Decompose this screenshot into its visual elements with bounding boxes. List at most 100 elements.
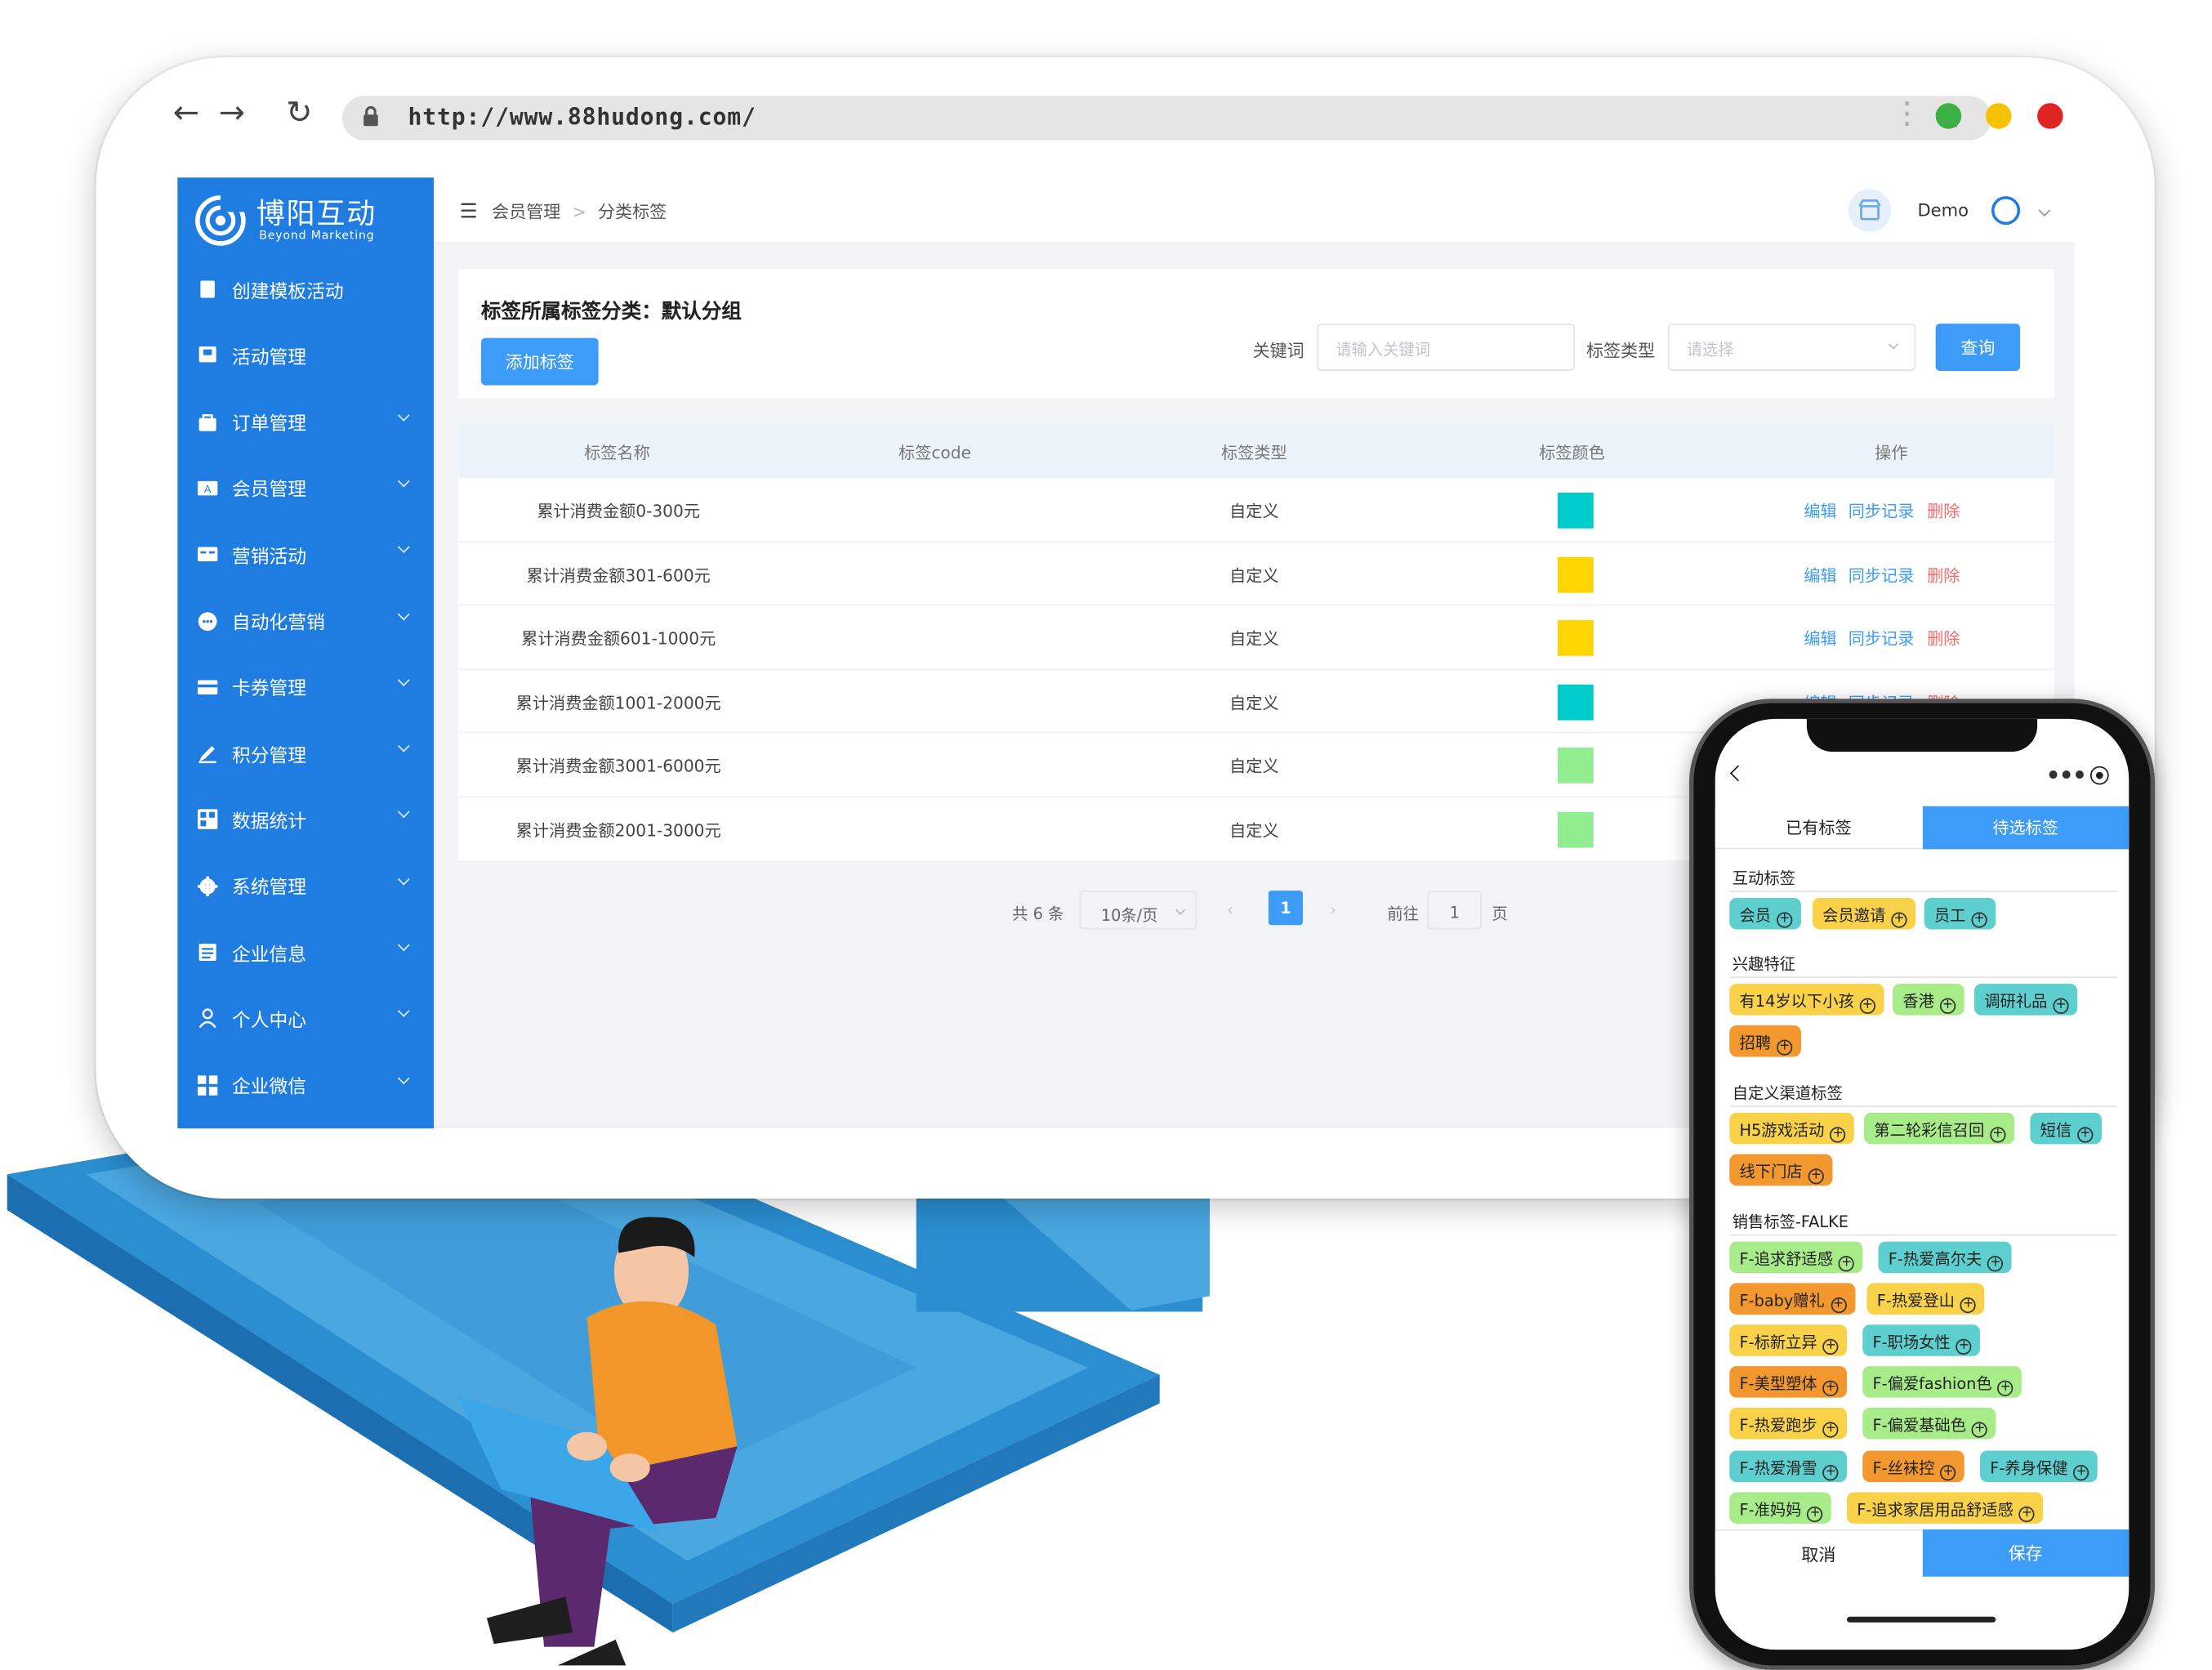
tag-chip[interactable]: F-美型塑体 + (1729, 1366, 1848, 1398)
tag-chip[interactable]: F-准妈妈 + (1729, 1492, 1832, 1524)
tag-chip[interactable]: 会员邀请 + (1812, 897, 1916, 930)
sync-record-link[interactable]: 同步记录 (1849, 564, 1915, 587)
tag-chip[interactable]: 会员 + (1729, 897, 1801, 930)
section-divider (1729, 976, 2118, 979)
column-header: 标签code (899, 442, 971, 463)
back-arrow-icon[interactable]: ← (165, 92, 208, 135)
tag-chip[interactable]: 员工 + (1924, 897, 1996, 930)
sidebar-item[interactable]: 个人中心 (177, 990, 434, 1047)
chevron-down-icon (397, 673, 410, 686)
tag-chip[interactable]: 线下门店 + (1729, 1154, 1833, 1186)
chevron-down-icon (397, 873, 410, 886)
breadcrumb-item[interactable]: 会员管理 (492, 199, 560, 224)
menu-toggle-icon[interactable]: ☰ (460, 200, 478, 223)
tag-chip[interactable]: F-热爱高尔夫 + (1878, 1241, 2013, 1274)
sidebar-item[interactable]: A 会员管理 (177, 459, 434, 516)
tag-chip-label: 招聘 (1739, 1034, 1772, 1053)
browser-menu-icon[interactable]: · · · (1900, 90, 1915, 141)
goto-page-input[interactable]: 1 (1427, 891, 1483, 930)
query-button[interactable]: 查询 (1935, 324, 2021, 371)
add-tag-button[interactable]: 添加标签 (480, 337, 599, 386)
sidebar-item[interactable]: 积分管理 (177, 725, 434, 782)
tag-chip[interactable]: F-热爱登山 + (1866, 1283, 1985, 1315)
sidebar-item[interactable]: 企业信息 (177, 923, 434, 980)
window-dot-green[interactable] (1935, 103, 1962, 129)
tag-chip[interactable]: F-baby赠礼 + (1729, 1283, 1855, 1315)
sync-record-link[interactable]: 同步记录 (1849, 500, 1915, 523)
edit-link[interactable]: 编辑 (1804, 627, 1836, 650)
tag-chip[interactable]: F-偏爱基础色 + (1862, 1407, 1996, 1440)
sidebar-item[interactable]: 自动化营销 (177, 592, 434, 650)
tag-chip-label: F-美型塑体 (1739, 1374, 1817, 1394)
logo: 博阳互动 Beyond Marketing (189, 186, 425, 255)
keyword-label: 关键词 (1252, 341, 1304, 361)
store-icon[interactable] (1849, 189, 1892, 232)
sidebar-item[interactable]: 卡券管理 (177, 659, 434, 716)
tag-chip-label: 有14岁以下小孩 (1739, 992, 1854, 1011)
table-row: 累计消费金额0-300元 自定义 编辑 同步记录 删除 (457, 478, 2055, 543)
tag-chip[interactable]: 有14岁以下小孩 + (1729, 984, 1884, 1016)
person-icon (198, 1008, 216, 1029)
bag-icon (198, 413, 216, 431)
forward-arrow-icon[interactable]: → (211, 92, 254, 135)
tab-candidate-tags[interactable]: 待选标签 (1921, 806, 2129, 850)
tag-type-select[interactable]: 请选择 (1667, 324, 1916, 371)
window-dot-yellow[interactable] (1985, 103, 2012, 129)
section-divider (1729, 1234, 2118, 1236)
sidebar-item[interactable]: 企业微信 (177, 1056, 434, 1114)
chevron-down-icon[interactable] (2038, 204, 2051, 217)
sidebar-item[interactable]: 活动管理 (177, 327, 434, 384)
edit-link[interactable]: 编辑 (1804, 564, 1836, 587)
prev-page-icon[interactable]: ‹ (1227, 900, 1233, 919)
page-size-select[interactable]: 10条/页 (1079, 891, 1197, 930)
tag-chip[interactable]: H5游戏活动 + (1729, 1112, 1855, 1145)
tag-chip[interactable]: 招聘 + (1729, 1025, 1801, 1057)
sidebar-item-label: 系统管理 (231, 877, 307, 900)
page-number[interactable]: 1 (1268, 891, 1303, 926)
tag-chip[interactable]: F-标新立异 + (1729, 1324, 1848, 1356)
next-page-icon[interactable]: › (1330, 900, 1336, 919)
file-icon (200, 280, 215, 298)
user-menu[interactable]: Demo (1849, 189, 2051, 232)
sidebar-item[interactable]: 数据统计 (177, 791, 434, 848)
address-bar[interactable]: http://www.88hudong.com/ ☆ (341, 96, 1992, 141)
tag-chip[interactable]: 第二轮彩信召回 + (1864, 1112, 2015, 1145)
tag-chip[interactable]: F-热爱滑雪 + (1729, 1450, 1848, 1483)
close-target-icon[interactable] (2089, 766, 2109, 785)
sidebar-item[interactable]: 营销活动 (177, 526, 434, 583)
tag-chip[interactable]: F-职场女性 + (1862, 1324, 1981, 1356)
avatar[interactable] (1991, 196, 2021, 225)
top-bar: ☰ 会员管理 > 分类标签 Demo (434, 177, 2075, 243)
sidebar-item-label: 会员管理 (231, 480, 307, 502)
edit-link[interactable]: 编辑 (1804, 500, 1836, 523)
sync-record-link[interactable]: 同步记录 (1849, 627, 1915, 650)
tag-chip[interactable]: F-追求家居用品舒适感 + (1846, 1492, 2044, 1524)
table-row: 累计消费金额601-1000元 自定义 编辑 同步记录 删除 (457, 606, 2055, 670)
tag-chip[interactable]: F-养身保健 + (1979, 1450, 2098, 1483)
tag-chip[interactable]: F-偏爱fashion色 + (1862, 1366, 2022, 1398)
sidebar-item[interactable]: 系统管理 (177, 857, 434, 914)
delete-link[interactable]: 删除 (1927, 564, 1960, 587)
reload-icon[interactable]: ↻ (278, 92, 321, 135)
tag-chip[interactable]: 香港 + (1893, 984, 1964, 1016)
tag-chip[interactable]: F-追求舒适感 + (1729, 1241, 1863, 1274)
delete-link[interactable]: 删除 (1927, 627, 1960, 650)
tag-color-swatch (1557, 492, 1594, 529)
tag-chip[interactable]: 调研礼品 + (1973, 984, 2078, 1016)
sidebar-item[interactable]: 订单管理 (177, 393, 434, 450)
sidebar-item[interactable]: 创建模板活动 (177, 261, 434, 318)
back-icon[interactable] (1729, 765, 1746, 782)
save-button[interactable]: 保存 (1921, 1529, 2129, 1577)
tag-chip[interactable]: F-热爱跑步 + (1729, 1407, 1848, 1440)
keyword-input[interactable]: 请输入关键词 (1317, 324, 1575, 371)
breadcrumb: ☰ 会员管理 > 分类标签 (460, 199, 667, 224)
window-dot-red[interactable] (2037, 103, 2063, 129)
more-icon[interactable]: ••• (2046, 761, 2087, 788)
tab-existing-tags[interactable]: 已有标签 (1715, 806, 1922, 850)
tag-chip[interactable]: 短信 + (2030, 1112, 2102, 1145)
tag-chip-label: F-热爱滑雪 (1739, 1459, 1817, 1478)
cancel-button[interactable]: 取消 (1715, 1529, 1922, 1577)
home-indicator (1846, 1616, 1996, 1623)
delete-link[interactable]: 删除 (1927, 500, 1960, 523)
tag-chip[interactable]: F-丝袜控 + (1862, 1450, 1965, 1483)
